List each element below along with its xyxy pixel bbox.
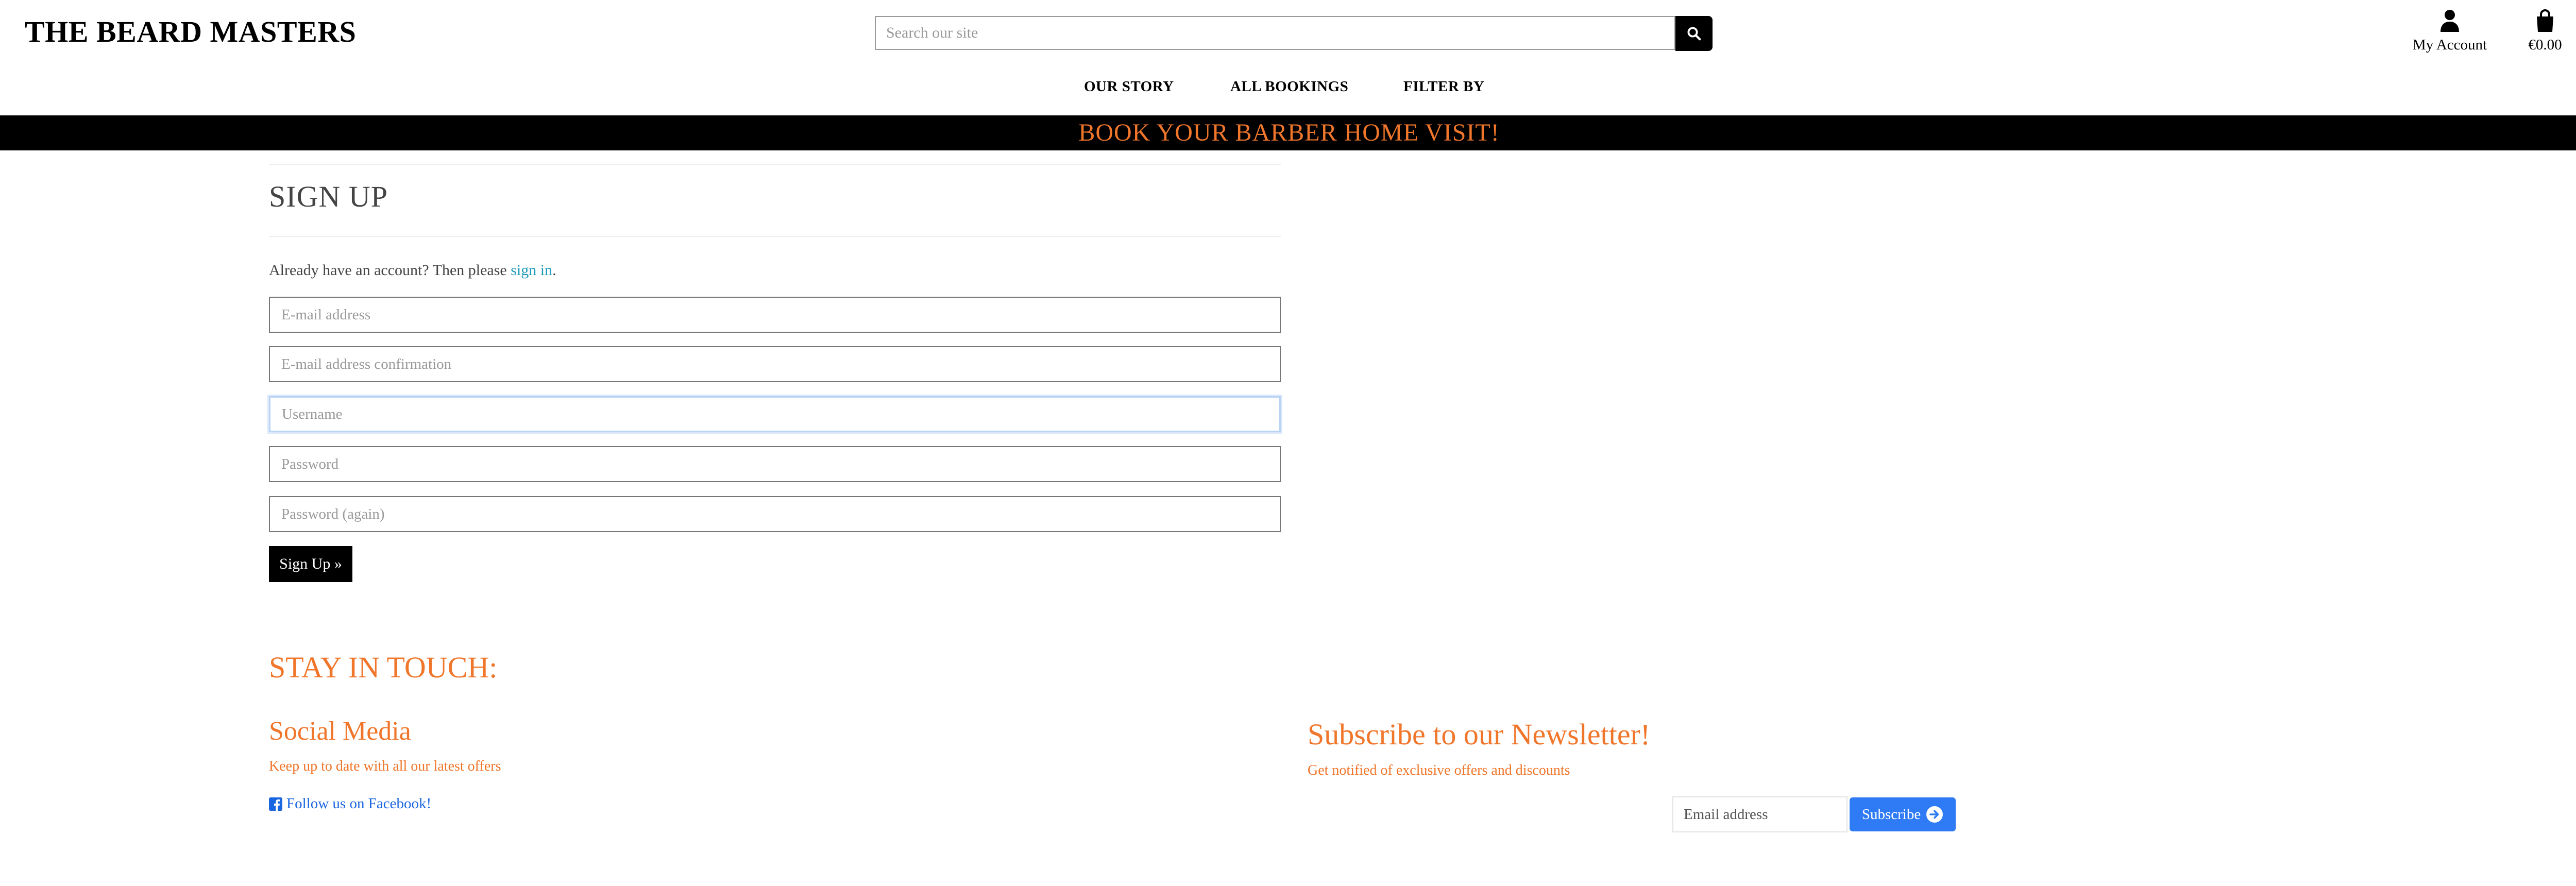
search-button[interactable] <box>1675 16 1713 51</box>
search-input[interactable] <box>875 16 1675 50</box>
social-media-subtitle: Keep up to date with all our latest offe… <box>269 758 501 774</box>
user-icon <box>2441 10 2459 32</box>
newsletter-title: Subscribe to our Newsletter! <box>1308 718 1651 751</box>
username-field[interactable] <box>269 396 1281 432</box>
nav-filter-by[interactable]: FILTER BY <box>1403 78 1484 95</box>
shopping-bag-icon <box>2537 9 2553 32</box>
signin-note-text: Already have an account? Then please <box>269 262 511 279</box>
page-title: SIGN UP <box>269 180 388 213</box>
my-account-link[interactable]: My Account <box>2406 9 2494 54</box>
signin-note-suffix: . <box>552 262 556 279</box>
cart-link[interactable]: €0.00 <box>2519 9 2571 54</box>
search-icon <box>1687 27 1701 41</box>
signin-note: Already have an account? Then please sig… <box>269 262 556 279</box>
site-logo[interactable]: THE BEARD MASTERS <box>25 14 356 49</box>
my-account-label: My Account <box>2412 37 2487 53</box>
facebook-label: Follow us on Facebook! <box>286 795 432 812</box>
stay-in-touch-title: STAY IN TOUCH: <box>269 651 498 684</box>
divider <box>269 236 1281 237</box>
arrow-circle-right-icon <box>1926 806 1943 823</box>
social-media-title: Social Media <box>269 717 411 746</box>
password-again-field[interactable] <box>269 496 1281 532</box>
facebook-link[interactable]: Follow us on Facebook! <box>269 795 431 812</box>
nav-our-story[interactable]: OUR STORY <box>1084 78 1174 95</box>
facebook-icon <box>269 797 282 811</box>
divider <box>269 164 1281 165</box>
email-confirm-field[interactable] <box>269 346 1281 382</box>
newsletter-subtitle: Get notified of exclusive offers and dis… <box>1308 762 1570 778</box>
subscribe-label: Subscribe <box>1861 806 1921 823</box>
cart-total: €0.00 <box>2528 37 2562 53</box>
newsletter-email-input[interactable] <box>1672 796 1848 832</box>
sign-up-button[interactable]: Sign Up » <box>269 546 352 582</box>
signin-link[interactable]: sign in <box>511 262 552 279</box>
subscribe-button[interactable]: Subscribe <box>1850 797 1956 831</box>
nav-all-bookings[interactable]: ALL BOOKINGS <box>1230 78 1348 95</box>
email-field[interactable] <box>269 297 1281 333</box>
password-field[interactable] <box>269 446 1281 482</box>
promo-banner[interactable]: BOOK YOUR BARBER HOME VISIT! <box>0 115 2576 150</box>
